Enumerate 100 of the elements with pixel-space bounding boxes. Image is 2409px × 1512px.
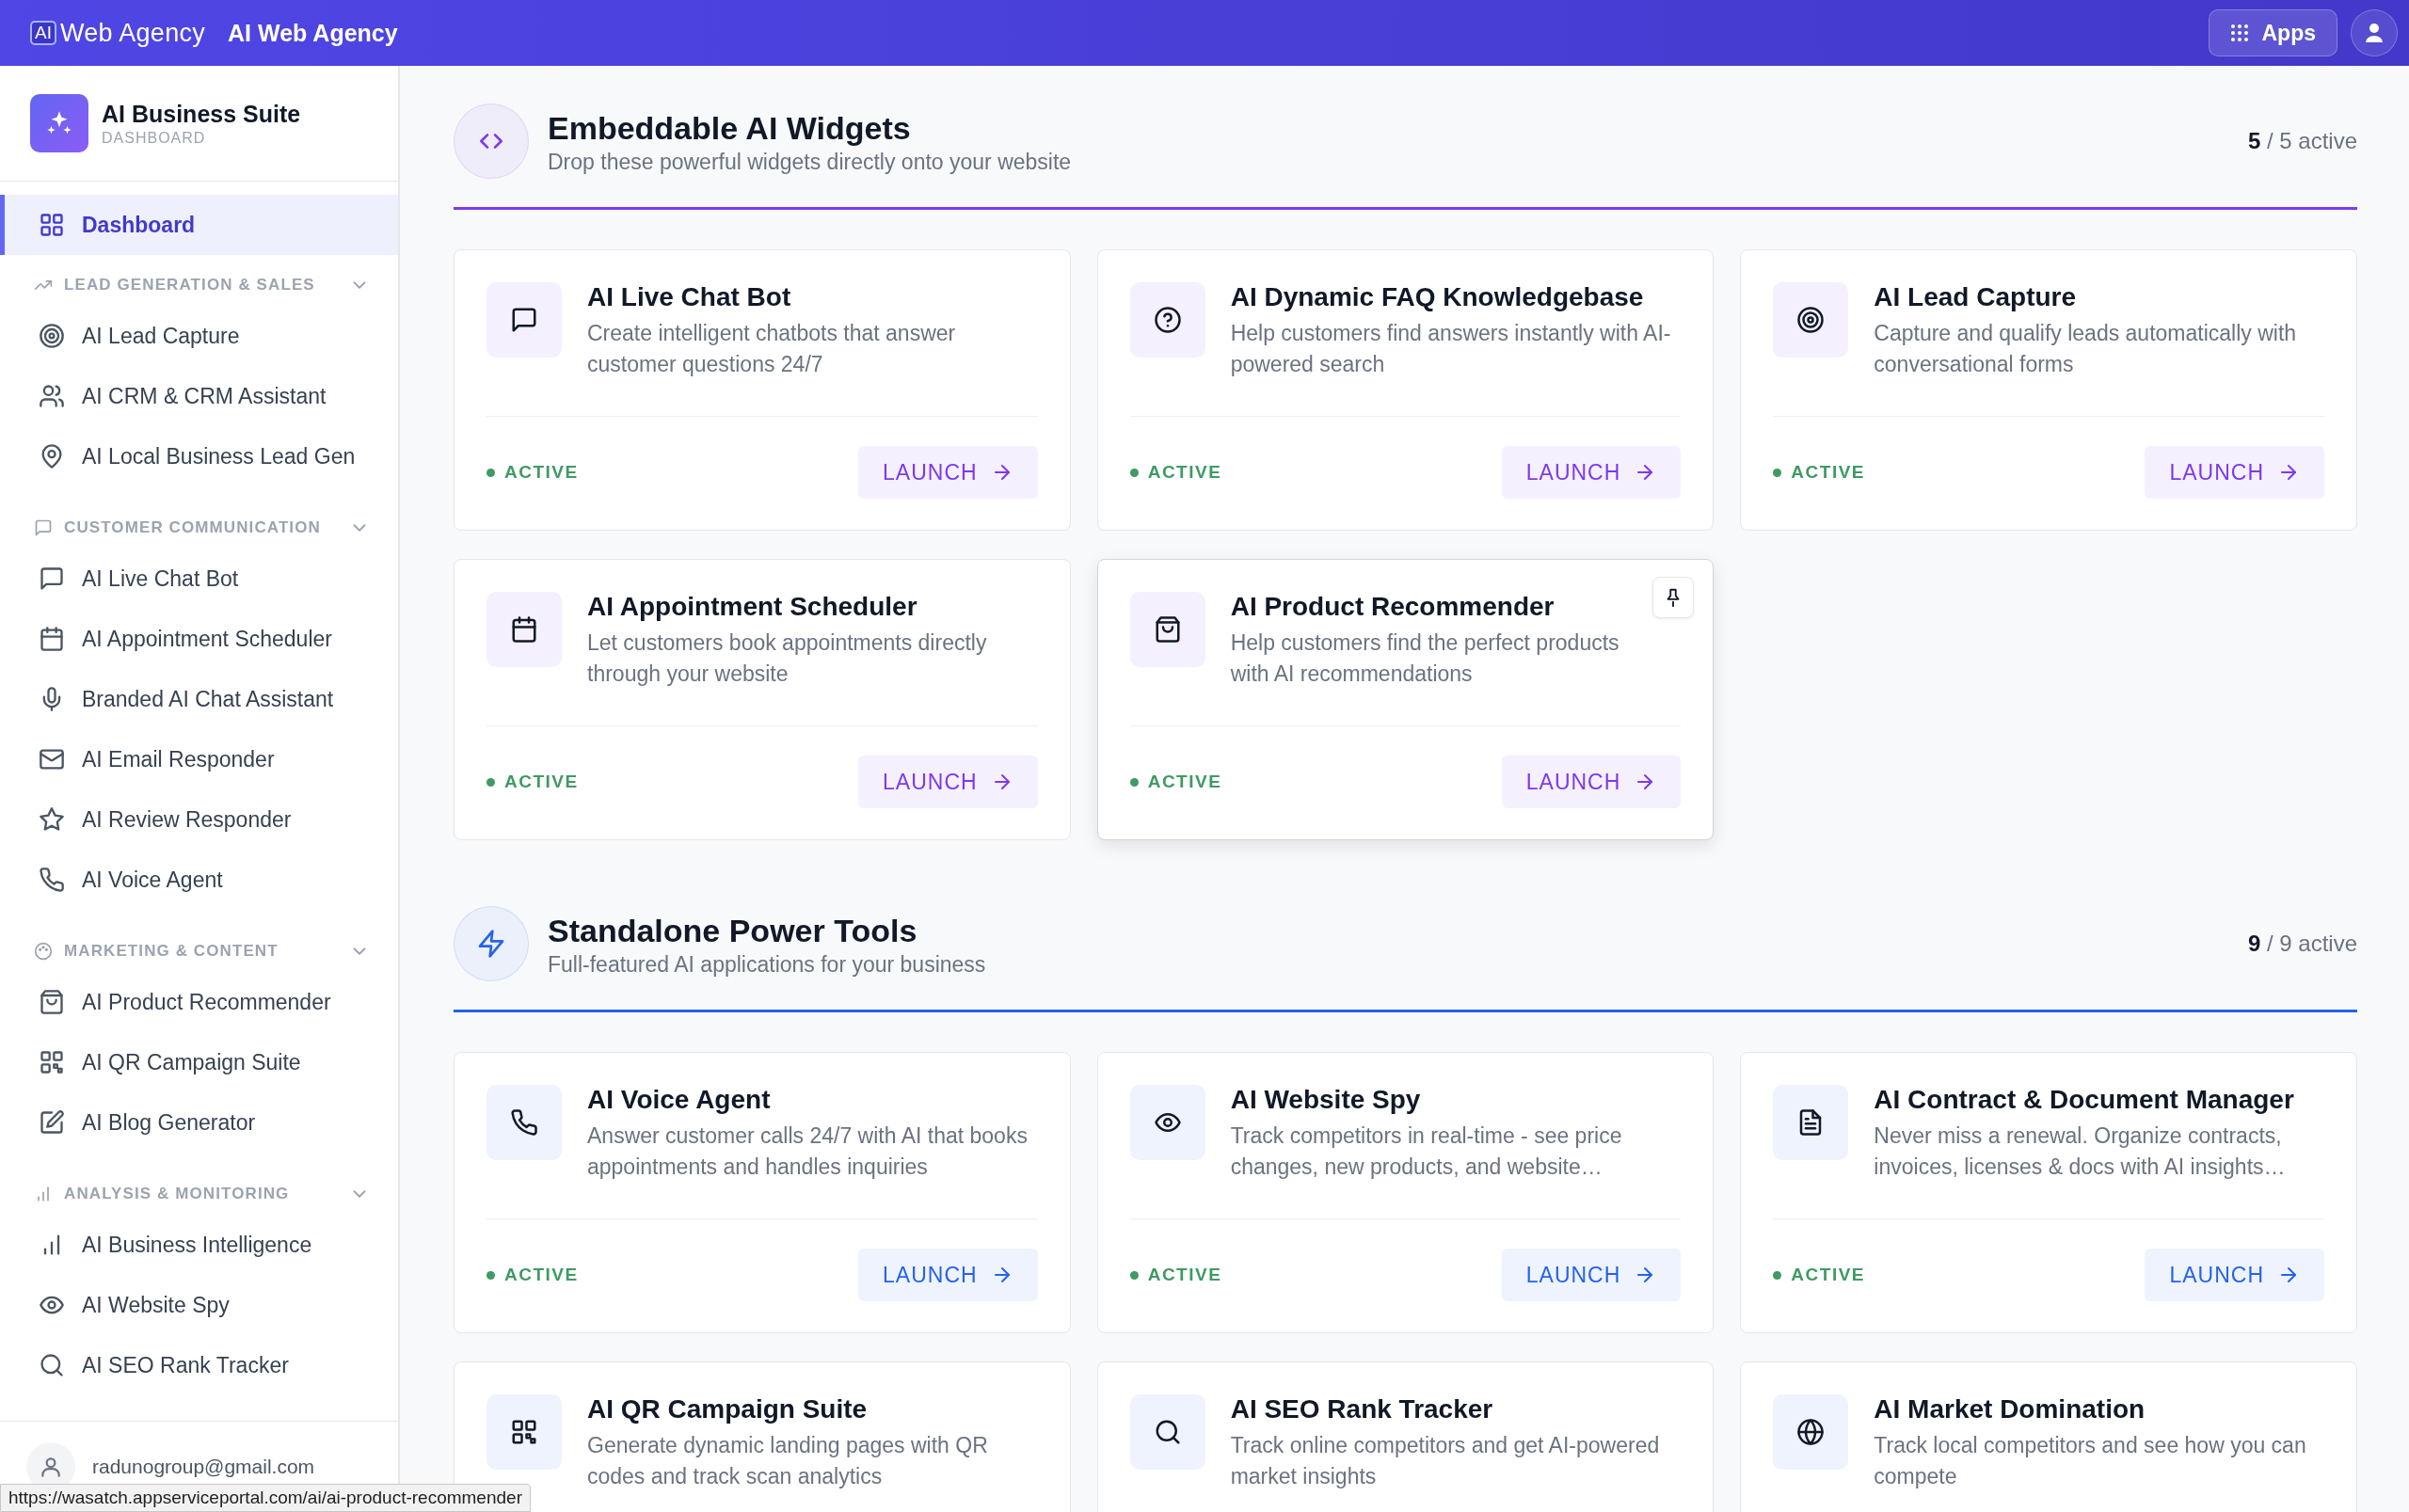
- tool-title: AI QR Campaign Suite: [587, 1393, 869, 1425]
- tool-card[interactable]: AI Market Domination Track local competitors and see how you can compete: [1740, 1361, 2357, 1512]
- user-icon: [2363, 22, 2385, 44]
- globe-icon: [1796, 1418, 1826, 1446]
- tool-title: AI SEO Rank Tracker: [1230, 1393, 1494, 1425]
- tool-description: Track local competitors and see how you can compete: [1874, 1432, 2307, 1490]
- nav-item[interactable]: AI Business Intelligence: [0, 1215, 398, 1275]
- star-icon: [39, 806, 65, 833]
- tool-title: AI Live Chat Bot: [587, 281, 792, 313]
- tool-card[interactable]: AI Live Chat Bot Create intelligent chatbots that answer customer questions 24/7 ACTIVE LAUNCH: [454, 249, 1071, 531]
- avatar-button[interactable]: [2351, 9, 2398, 56]
- nav-item[interactable]: AI Product Recommender: [0, 972, 398, 1032]
- phone-icon: [510, 1108, 538, 1137]
- calendar-icon: [39, 626, 65, 652]
- tool-card[interactable]: AI Product Recommender Help customers find the perfect products with AI recommendations ACTIVE LAUNCH: [1096, 559, 1715, 840]
- apps-button[interactable]: Apps: [2208, 9, 2337, 56]
- launch-button[interactable]: LAUNCH: [858, 756, 1038, 808]
- status-label: ACTIVE: [487, 462, 579, 483]
- group-header: ANALYSIS & MONITORING: [64, 1185, 290, 1203]
- search-icon: [39, 1352, 65, 1378]
- logo-text: Web Agency: [59, 18, 206, 48]
- status-label: ACTIVE: [487, 772, 579, 792]
- tool-description: Let customers book appointments directly through your website: [587, 629, 988, 688]
- nav-item[interactable]: AI Website Spy: [0, 1275, 398, 1335]
- pin-button[interactable]: [1652, 577, 1695, 618]
- nav-item[interactable]: AI Review Responder: [0, 789, 398, 850]
- section-title: Standalone Power Tools: [548, 911, 918, 950]
- tool-card[interactable]: AI SEO Rank Tracker Track online competitors and get AI-powered market insights: [1096, 1361, 1715, 1512]
- app-title: AI Web Agency: [228, 19, 398, 47]
- launch-button[interactable]: LAUNCH: [1501, 446, 1682, 499]
- nav-item[interactable]: AI Appointment Scheduler: [0, 609, 398, 669]
- target-icon: [1796, 306, 1826, 334]
- palette-icon: [34, 942, 53, 961]
- nav-item[interactable]: AI QR Campaign Suite: [0, 1032, 398, 1092]
- question-icon: [1153, 306, 1182, 334]
- section-title: Embeddable AI Widgets: [548, 108, 912, 148]
- tool-description: Create intelligent chatbots that answer customer questions 24/7: [587, 320, 957, 378]
- users-icon: [39, 383, 65, 409]
- tool-title: AI Product Recommender: [1230, 591, 1555, 623]
- tool-title: AI Contract & Document Manager: [1874, 1084, 2295, 1116]
- target-icon: [39, 323, 65, 349]
- launch-button[interactable]: LAUNCH: [858, 1249, 1038, 1301]
- user-icon: [39, 1455, 63, 1479]
- nav-item[interactable]: AI Local Business Lead Gen: [0, 426, 398, 486]
- tool-card[interactable]: AI Lead Capture Capture and qualify leads automatically with conversational forms ACTIVE LAUNCH: [1740, 249, 2357, 531]
- status-label: ACTIVE: [487, 1265, 579, 1285]
- tool-title: AI Lead Capture: [1874, 281, 2078, 313]
- launch-button[interactable]: LAUNCH: [858, 446, 1038, 499]
- active-count: 5 / 5 active: [2247, 128, 2357, 154]
- tool-description: Help customers find the perfect products with AI recommendations: [1230, 629, 1620, 688]
- group-header: LEAD GENERATION & SALES: [64, 276, 315, 294]
- suite-title: AI Business Suite: [102, 100, 301, 128]
- status-label: ACTIVE: [1773, 1265, 1865, 1285]
- nav-item[interactable]: AI Voice Agent: [0, 850, 398, 910]
- qr-code-icon: [39, 1049, 65, 1075]
- tool-description: Generate dynamic landing pages with QR codes and track scan analytics: [587, 1432, 989, 1490]
- status-label: ACTIVE: [1129, 462, 1222, 483]
- tool-card[interactable]: AI Dynamic FAQ Knowledgebase Help customers find answers instantly with AI-powered search ACTIVE LAUNCH: [1096, 249, 1715, 531]
- tool-description: Track competitors in real-time - see price changes, new products, and website…: [1230, 1122, 1623, 1181]
- launch-button[interactable]: LAUNCH: [1501, 756, 1682, 808]
- launch-button[interactable]: LAUNCH: [1501, 1249, 1682, 1301]
- tool-title: AI Dynamic FAQ Knowledgebase: [1230, 281, 1645, 313]
- nav-item[interactable]: AI Live Chat Bot: [0, 549, 398, 609]
- tool-card[interactable]: AI Website Spy Track competitors in real-time - see price changes, new products, and website… ACTIVE LAUNCH: [1096, 1052, 1715, 1333]
- nav-item[interactable]: AI Lead Capture: [0, 306, 398, 366]
- tool-description: Help customers find answers instantly with AI-powered search: [1230, 320, 1672, 378]
- group-header: MARKETING & CONTENT: [64, 942, 279, 961]
- tool-description: Answer customer calls 24/7 with AI that books appointments and handles inquiries: [587, 1122, 1029, 1181]
- chat-icon: [34, 518, 53, 537]
- user-email: radunogroup@gmail.com: [92, 1456, 315, 1478]
- active-count: 9 / 9 active: [2247, 931, 2357, 957]
- status-label: ACTIVE: [1773, 462, 1865, 483]
- phone-icon: [39, 867, 65, 893]
- nav-item[interactable]: AI Blog Generator: [0, 1092, 398, 1153]
- tool-card[interactable]: AI Voice Agent Answer customer calls 24/7 with AI that books appointments and handles inquiries ACTIVE LAUNCH: [454, 1052, 1071, 1333]
- tool-title: AI Voice Agent: [587, 1084, 772, 1116]
- nav-item[interactable]: Branded AI Chat Assistant: [0, 669, 398, 729]
- edit-icon: [39, 1109, 65, 1136]
- logo-mark: AI: [30, 21, 56, 45]
- nav-item[interactable]: AI Email Responder: [0, 729, 398, 789]
- suite-subtitle: DASHBOARD: [102, 129, 207, 147]
- status-label: ACTIVE: [1129, 1265, 1222, 1285]
- nav-item[interactable]: AI SEO Rank Tracker: [0, 1335, 398, 1395]
- tool-title: AI Appointment Scheduler: [587, 591, 918, 623]
- tool-card[interactable]: AI Contract & Document Manager Never miss a renewal. Organize contracts, invoices, licenses & docs with AI insights… ACTIVE LAUNCH: [1740, 1052, 2357, 1333]
- section-subtitle: Full-featured AI applications for your business: [548, 951, 987, 978]
- tool-title: AI Website Spy: [1230, 1084, 1422, 1116]
- tool-title: AI Market Domination: [1874, 1393, 2146, 1425]
- tool-card[interactable]: AI Appointment Scheduler Let customers book appointments directly through your website ACTIVE LAUNCH: [454, 559, 1071, 840]
- launch-button[interactable]: LAUNCH: [2145, 1249, 2324, 1301]
- nav-item[interactable]: Dashboard: [0, 195, 398, 255]
- qr-code-icon: [510, 1418, 538, 1446]
- nav-item[interactable]: AI CRM & CRM Assistant: [0, 366, 398, 426]
- tool-description: Track online competitors and get AI-powered market insights: [1230, 1432, 1661, 1490]
- launch-button[interactable]: LAUNCH: [2145, 446, 2324, 499]
- tool-description: Capture and qualify leads automatically with conversational forms: [1874, 320, 2298, 378]
- grid-icon: [39, 212, 65, 238]
- calendar-icon: [510, 615, 538, 644]
- section-subtitle: Drop these powerful widgets directly onto your website: [548, 149, 1073, 175]
- apps-grid-icon: [2229, 24, 2249, 42]
